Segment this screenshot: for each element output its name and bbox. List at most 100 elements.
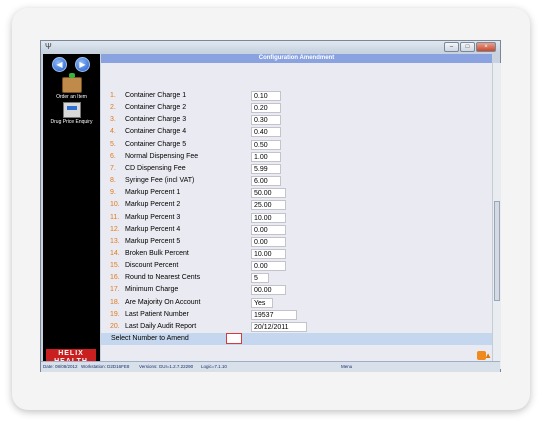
config-row: 11. Markup Percent 3 10.00 bbox=[101, 212, 401, 224]
config-row-value[interactable]: 0.30 bbox=[251, 115, 281, 126]
maximize-button[interactable]: □ bbox=[460, 42, 475, 52]
config-row-label: Container Charge 5 bbox=[125, 140, 187, 148]
config-row-label: Container Charge 2 bbox=[125, 104, 187, 112]
config-row-value[interactable]: 0.50 bbox=[251, 139, 281, 150]
sidebar: ◀ ▶ Order an Item Drug Price Enquiry HEL… bbox=[43, 54, 100, 370]
config-row: 10. Markup Percent 2 25.00 bbox=[101, 199, 401, 211]
status-logic: Logic=7.1.10 bbox=[201, 364, 227, 369]
config-row-value[interactable]: 25.00 bbox=[251, 200, 286, 211]
config-row: 14. Broken Bulk Percent 10.00 bbox=[101, 248, 401, 260]
scrollbar-thumb[interactable] bbox=[494, 201, 500, 301]
config-row-number: 13. bbox=[110, 237, 120, 245]
config-row-label: Last Daily Audit Report bbox=[125, 322, 197, 330]
config-row: 5. Container Charge 5 0.50 bbox=[101, 139, 401, 151]
config-row-label: Are Majority On Account bbox=[125, 298, 201, 306]
config-row-number: 9. bbox=[110, 189, 116, 197]
sidebar-item-drug-price[interactable]: Drug Price Enquiry bbox=[43, 102, 100, 125]
config-row: 7. CD Dispensing Fee 5.99 bbox=[101, 163, 401, 175]
config-row-label: Discount Percent bbox=[125, 262, 179, 270]
config-row: 16. Round to Nearest Cents 5 bbox=[101, 272, 401, 284]
config-row-value[interactable]: 0.40 bbox=[251, 127, 281, 138]
config-row-number: 3. bbox=[110, 116, 116, 124]
minimize-button[interactable]: – bbox=[444, 42, 459, 52]
config-row-value[interactable]: 0.00 bbox=[251, 224, 286, 235]
config-row-number: 1. bbox=[110, 92, 116, 99]
back-arrow-icon[interactable]: ◀ bbox=[52, 57, 67, 72]
config-row-label: Container Charge 1 bbox=[125, 92, 187, 99]
config-row-number: 4. bbox=[110, 128, 116, 136]
status-workstation: Workstation: D2D16FE8 bbox=[81, 364, 130, 369]
app-window: Ψ – □ × ◀ ▶ Order an Item Drug Price Enq… bbox=[40, 40, 501, 372]
close-button[interactable]: × bbox=[476, 42, 496, 52]
amend-number-input[interactable] bbox=[226, 333, 242, 344]
config-row-number: 20. bbox=[110, 322, 120, 330]
config-row-value[interactable]: 19537 bbox=[251, 309, 297, 320]
config-row-value[interactable]: 20/12/2011 bbox=[251, 321, 307, 332]
config-row-number: 16. bbox=[110, 274, 120, 282]
config-row-number: 2. bbox=[110, 104, 116, 112]
config-row-label: Round to Nearest Cents bbox=[125, 274, 201, 282]
config-row-value[interactable]: 10.00 bbox=[251, 248, 286, 259]
config-row-value[interactable]: 00.00 bbox=[251, 285, 286, 296]
config-row-number: 15. bbox=[110, 262, 120, 270]
order-cart-icon bbox=[61, 73, 82, 93]
sidebar-item-label: Order an Item bbox=[56, 94, 87, 100]
config-row: 17. Minimum Charge 00.00 bbox=[101, 284, 401, 296]
config-row-value[interactable]: Yes bbox=[251, 297, 273, 308]
config-row: 9. Markup Percent 1 50.00 bbox=[101, 187, 401, 199]
config-row-number: 5. bbox=[110, 140, 116, 148]
content-panel: Configuration Amendment 1. Container Char… bbox=[101, 54, 492, 370]
config-row-number: 6. bbox=[110, 152, 116, 160]
forward-arrow-icon[interactable]: ▶ bbox=[75, 57, 90, 72]
config-row-value[interactable]: 6.00 bbox=[251, 176, 281, 187]
config-row-label: Markup Percent 5 bbox=[125, 237, 181, 245]
config-row: 2. Container Charge 2 0.20 bbox=[101, 102, 401, 114]
config-row-label: CD Dispensing Fee bbox=[125, 164, 186, 172]
config-row-value[interactable]: 50.00 bbox=[251, 188, 286, 199]
config-row: 20. Last Daily Audit Report 20/12/2011 bbox=[101, 321, 401, 333]
config-row-label: Syringe Fee (incl VAT) bbox=[125, 177, 195, 185]
config-row-label: Markup Percent 1 bbox=[125, 189, 181, 197]
config-row-value[interactable]: 0.00 bbox=[251, 236, 286, 247]
config-row: 18. Are Majority On Account Yes bbox=[101, 297, 401, 309]
status-versions: Versions: GUI=1.2.7.22290 bbox=[139, 364, 194, 369]
config-row-number: 14. bbox=[110, 249, 120, 257]
page-title: Configuration Amendment bbox=[101, 54, 492, 63]
config-row-value[interactable]: 0.20 bbox=[251, 103, 281, 114]
status-date: Date: 08/08/2012 bbox=[43, 364, 78, 369]
app-icon: Ψ bbox=[45, 42, 52, 51]
config-row: 3. Container Charge 3 0.30 bbox=[101, 114, 401, 126]
config-row-number: 19. bbox=[110, 310, 120, 318]
cash-register-icon bbox=[62, 102, 81, 118]
config-row: 19. Last Patient Number 19537 bbox=[101, 309, 401, 321]
config-row-label: Markup Percent 3 bbox=[125, 213, 181, 221]
config-row-number: 17. bbox=[110, 286, 120, 294]
config-row-value[interactable]: 5 bbox=[251, 273, 269, 284]
config-row: 12. Markup Percent 4 0.00 bbox=[101, 224, 401, 236]
vertical-scrollbar[interactable] bbox=[492, 63, 501, 369]
config-row-label: Minimum Charge bbox=[125, 286, 179, 294]
status-menu[interactable]: Menu bbox=[341, 362, 352, 372]
config-row: 8. Syringe Fee (incl VAT) 6.00 bbox=[101, 175, 401, 187]
sidebar-item-label: Drug Price Enquiry bbox=[50, 119, 93, 125]
config-row-number: 10. bbox=[110, 201, 120, 209]
config-row: 13. Markup Percent 5 0.00 bbox=[101, 236, 401, 248]
sidebar-item-order[interactable]: Order an Item bbox=[43, 73, 100, 100]
config-row-label: Container Charge 4 bbox=[125, 128, 187, 136]
config-row-label: Markup Percent 2 bbox=[125, 201, 181, 209]
config-row-value[interactable]: 0.00 bbox=[251, 261, 286, 272]
config-row: 6. Normal Dispensing Fee 1.00 bbox=[101, 151, 401, 163]
amend-label: Select Number to Amend bbox=[111, 335, 189, 342]
config-row-label: Broken Bulk Percent bbox=[125, 249, 189, 257]
config-row: 15. Discount Percent 0.00 bbox=[101, 260, 401, 272]
warning-icon: ▲ bbox=[484, 351, 492, 360]
config-row-value[interactable]: 10.00 bbox=[251, 212, 286, 223]
amend-bar: Select Number to Amend bbox=[101, 333, 492, 345]
config-row-value[interactable]: 5.99 bbox=[251, 163, 281, 174]
config-row-label: Normal Dispensing Fee bbox=[125, 152, 199, 160]
config-row-value[interactable]: 1.00 bbox=[251, 151, 281, 162]
config-row-label: Container Charge 3 bbox=[125, 116, 187, 124]
config-row-value[interactable]: 0.10 bbox=[251, 91, 281, 101]
logo-line-1: HELIX bbox=[58, 350, 84, 357]
window-titlebar: Ψ – □ × bbox=[41, 41, 500, 53]
